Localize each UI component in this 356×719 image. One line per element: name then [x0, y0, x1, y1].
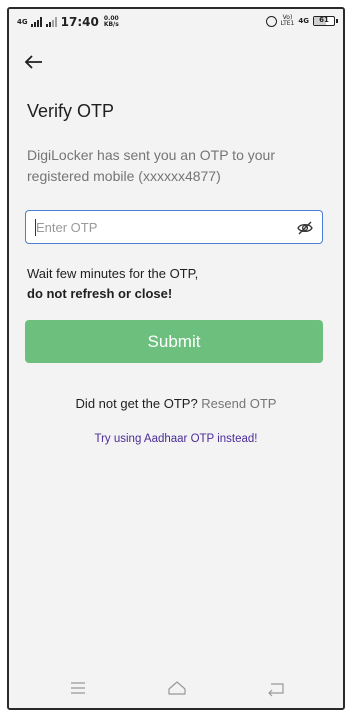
- otp-sent-description: DigiLocker has sent you an OTP to your r…: [27, 147, 275, 184]
- otp-input-container[interactable]: [25, 210, 323, 244]
- wait-instructions: Wait few minutes for the OTP, do not ref…: [27, 264, 327, 304]
- home-icon[interactable]: [166, 678, 188, 698]
- submit-button[interactable]: Submit: [25, 320, 323, 363]
- volte-bottom: LTE1: [280, 20, 295, 27]
- signal-icon: [30, 17, 42, 27]
- page-title: Verify OTP: [27, 101, 115, 121]
- status-left-group: 4G 17:40 0.00 KB/s: [17, 15, 119, 29]
- resend-row: Did not get the OTP? Resend OTP: [9, 396, 343, 411]
- system-navigation-bar: [9, 668, 343, 708]
- wait-line-2: do not refresh or close!: [27, 286, 173, 301]
- back-icon[interactable]: [265, 678, 287, 698]
- battery-icon: 61: [313, 16, 338, 26]
- resend-otp-link[interactable]: Resend OTP: [201, 396, 276, 411]
- eye-off-icon[interactable]: [296, 219, 314, 237]
- network-type: 4G: [17, 17, 28, 26]
- signal-icon-sim2: [45, 17, 57, 27]
- resend-prompt: Did not get the OTP?: [75, 396, 198, 411]
- battery-level: 61: [319, 16, 329, 24]
- status-right-group: Vo) LTE1 4G 61: [265, 15, 338, 27]
- back-arrow-icon[interactable]: [23, 51, 45, 73]
- menu-icon[interactable]: [67, 678, 89, 698]
- speed-unit: KB/s: [103, 21, 119, 28]
- network-type-2: 4G: [298, 17, 309, 25]
- alarm-icon: [265, 15, 277, 27]
- volte-indicator: Vo) LTE1: [281, 15, 295, 27]
- phone-screen: 4G 17:40 0.00 KB/s Vo) LTE1 4G 61 Verify…: [7, 7, 345, 710]
- network-speed: 0.00 KB/s: [104, 16, 119, 28]
- otp-input[interactable]: [36, 211, 286, 243]
- clock: 17:40: [60, 15, 99, 29]
- status-bar: 4G 17:40 0.00 KB/s Vo) LTE1 4G 61: [9, 9, 343, 35]
- wait-line-1: Wait few minutes for the OTP,: [27, 266, 199, 281]
- aadhaar-otp-link[interactable]: Try using Aadhaar OTP instead!: [9, 433, 343, 445]
